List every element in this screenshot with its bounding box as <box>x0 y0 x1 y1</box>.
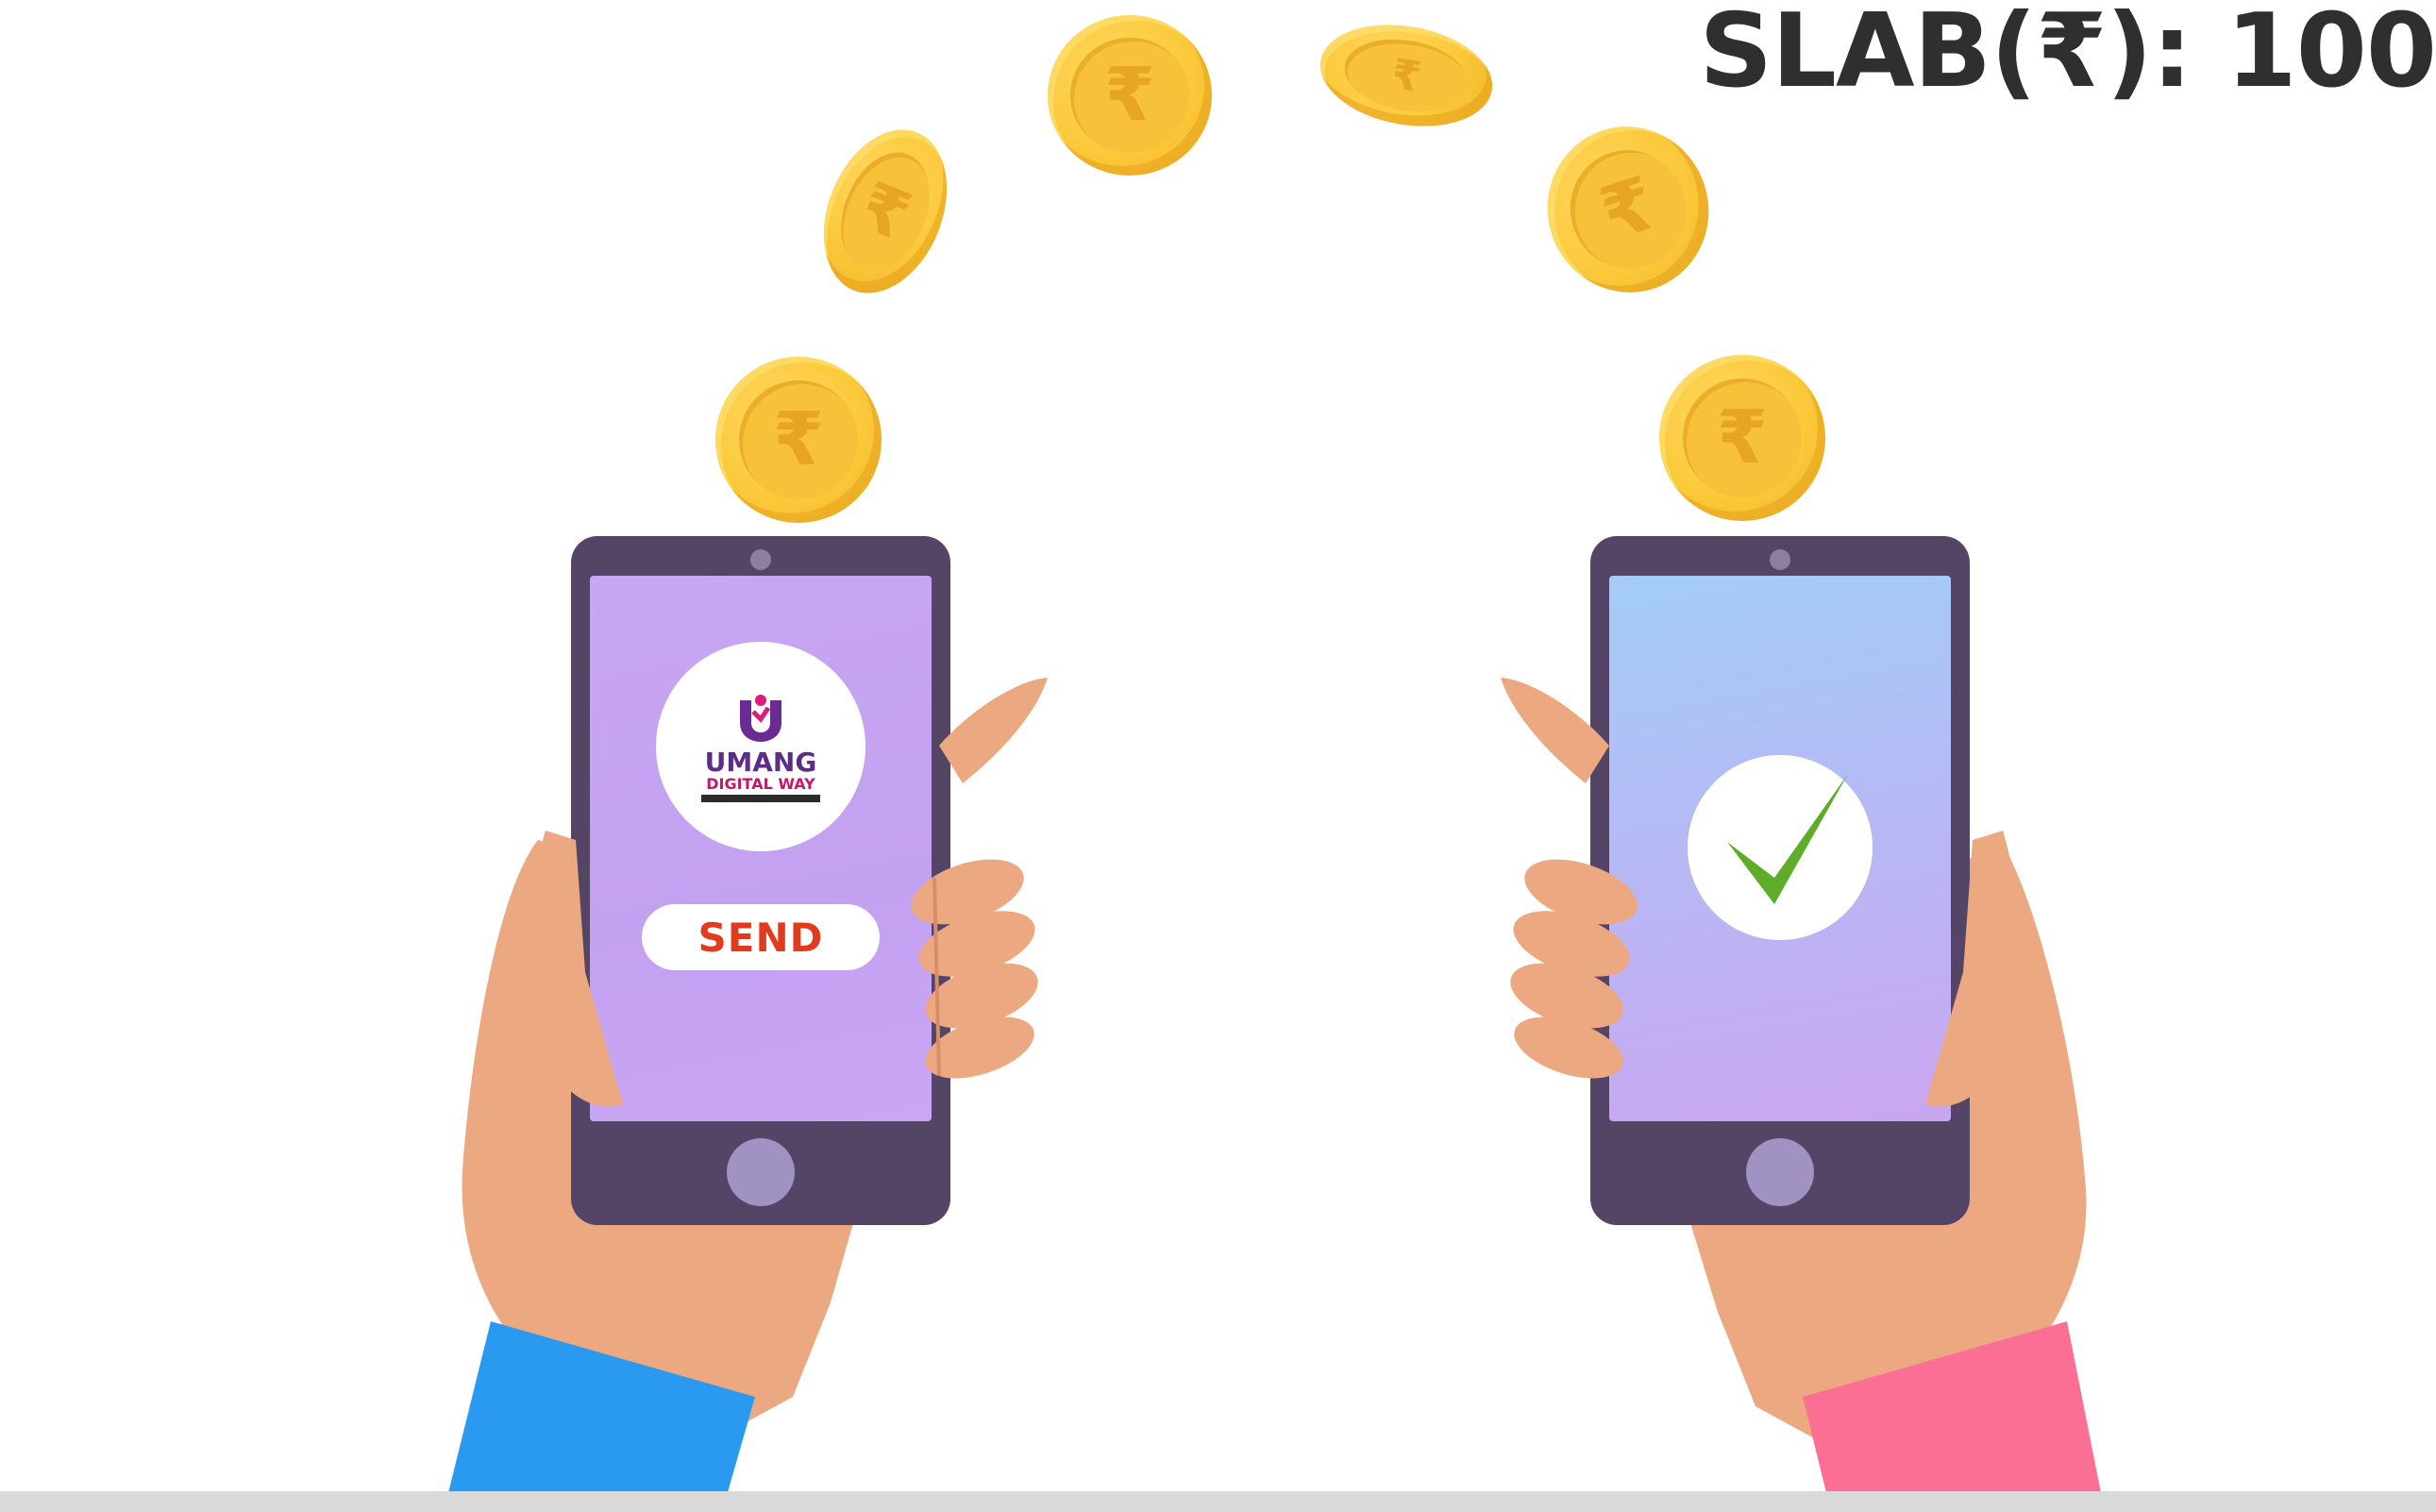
illustration-scene: SLAB(₹): 100 ₹ ₹ ₹ ₹ ₹ ₹ UMANG DIGITAL W… <box>0 0 2436 1512</box>
coin-icon: ₹ <box>1525 106 1731 313</box>
receiver-fingers <box>1501 678 2022 1107</box>
camera-icon <box>750 549 771 570</box>
coin-icon: ₹ <box>715 357 882 523</box>
slab-amount-label: SLAB(₹): 100 <box>1699 0 2436 110</box>
coin-icon: ₹ <box>1048 15 1212 176</box>
floor-strip <box>0 1491 2436 1512</box>
coin-icon: ₹ <box>1659 355 1825 521</box>
coin-icon: ₹ <box>800 111 970 311</box>
sender-fingers <box>527 678 1048 1107</box>
coin-icon: ₹ <box>1312 11 1501 140</box>
camera-icon <box>1770 549 1790 570</box>
